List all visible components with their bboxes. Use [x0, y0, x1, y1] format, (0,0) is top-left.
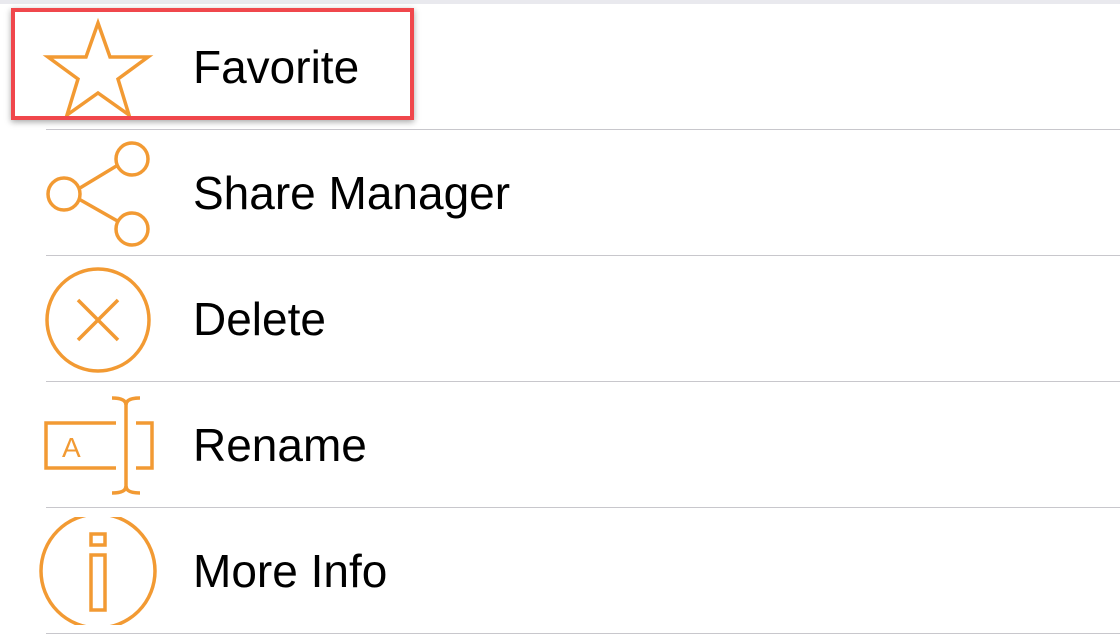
menu-item-share-manager[interactable]: Share Manager [0, 130, 1120, 256]
action-menu: Favorite Share Manager Delete A Rename M… [0, 4, 1120, 634]
menu-item-label: Rename [193, 419, 367, 471]
svg-text:A: A [62, 432, 81, 463]
rename-text-cursor-icon: A [38, 391, 162, 499]
menu-item-rename[interactable]: A Rename [0, 382, 1120, 508]
menu-item-label: Favorite [193, 41, 360, 93]
menu-item-more-info[interactable]: More Info [0, 508, 1120, 634]
delete-circle-x-icon [38, 265, 162, 373]
separator [46, 633, 1120, 634]
info-icon [38, 517, 162, 625]
menu-item-delete[interactable]: Delete [0, 256, 1120, 382]
star-icon [38, 13, 162, 121]
menu-item-favorite[interactable]: Favorite [0, 4, 1120, 130]
menu-item-label: Delete [193, 293, 326, 345]
menu-item-label: More Info [193, 545, 388, 597]
share-icon [38, 139, 162, 247]
menu-item-label: Share Manager [193, 167, 511, 219]
